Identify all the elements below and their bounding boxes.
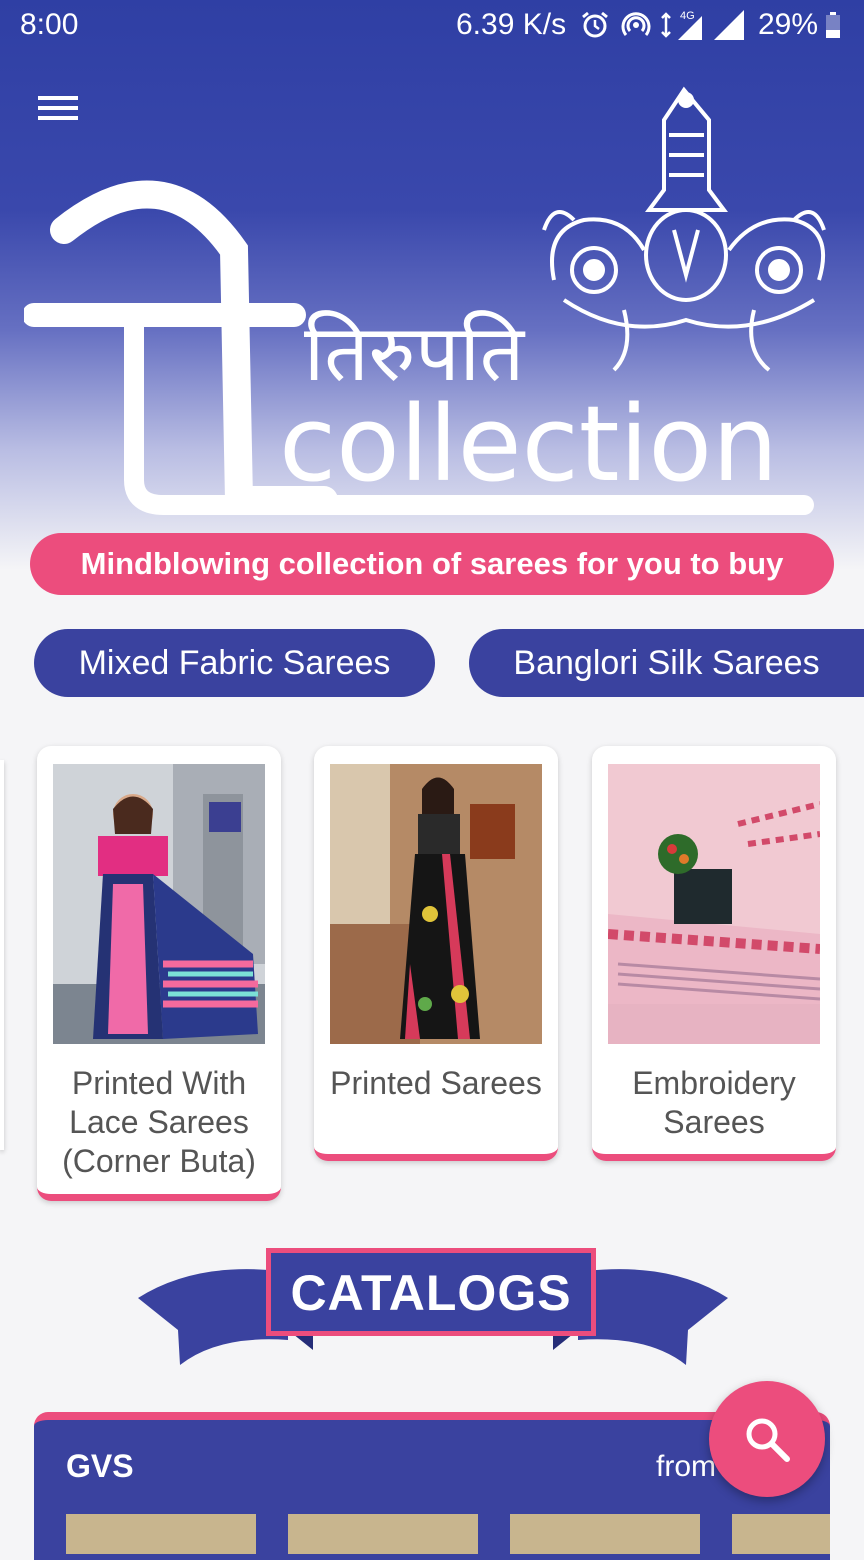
catalog-thumbnail[interactable]: [66, 1514, 256, 1554]
catalogs-title: CATALOGS: [266, 1248, 596, 1336]
category-label: Embroidery Sarees: [632, 1065, 796, 1140]
alarm-icon: [582, 11, 608, 38]
catalog-thumbnail[interactable]: [288, 1514, 478, 1554]
category-label: Printed With Lace Sarees (Corner Buta): [62, 1065, 256, 1179]
chip-banglori-silk-sarees[interactable]: Banglori Silk Sarees: [469, 629, 864, 697]
mobile-data-icon: 4G: [661, 10, 702, 40]
logo-english-text: collection: [279, 383, 778, 505]
network-speed: 6.39 K/s: [456, 8, 567, 41]
saree-image: [608, 764, 820, 1044]
status-bar: 8:00 6.39 K/s 4G 29%: [0, 0, 864, 54]
previous-card-edge: [0, 760, 4, 1150]
battery-icon: [826, 12, 840, 38]
search-icon: [746, 1418, 790, 1462]
category-card-printed-lace[interactable]: Printed With Lace Sarees (Corner Buta): [37, 746, 281, 1201]
tagline-banner: Mindblowing collection of sarees for you…: [30, 533, 834, 595]
catalog-thumbnail[interactable]: [510, 1514, 700, 1554]
saree-image: [330, 764, 542, 1044]
catalog-thumbnail[interactable]: [732, 1514, 830, 1554]
chip-mixed-fabric-sarees[interactable]: Mixed Fabric Sarees: [34, 629, 435, 697]
category-card-embroidery-sarees[interactable]: Embroidery Sarees: [592, 746, 836, 1161]
search-fab-button[interactable]: [709, 1381, 825, 1497]
saree-image: [53, 764, 265, 1044]
network-type-label: 4G: [680, 10, 695, 22]
brand-logo: तिरुपति collection: [24, 86, 826, 515]
category-label: Printed Sarees: [330, 1065, 542, 1101]
category-card-printed-sarees[interactable]: Printed Sarees: [314, 746, 558, 1161]
battery-percent: 29%: [758, 8, 819, 41]
catalog-from-label: from: [656, 1450, 716, 1483]
catalog-name: GVS: [66, 1448, 134, 1484]
status-time: 8:00: [20, 8, 79, 41]
temple-ornament-icon: [542, 86, 826, 372]
hotspot-icon: [621, 12, 651, 36]
signal-icon: [714, 10, 744, 40]
